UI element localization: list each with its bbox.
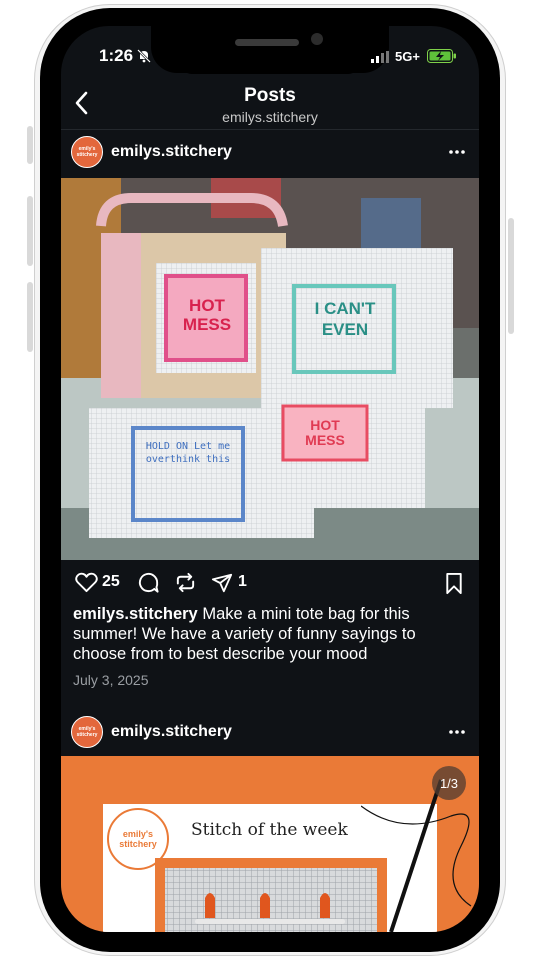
side-button [27, 126, 33, 164]
post-caption: emilys.stitchery Make a mini tote bag fo… [73, 604, 469, 664]
side-button [27, 196, 33, 266]
home-indicator[interactable] [195, 919, 345, 924]
logo-line-1: emily's [122, 829, 154, 839]
heart-icon[interactable] [75, 572, 98, 593]
repost-icon[interactable] [174, 571, 197, 594]
avatar-text: emily's stitchery [76, 726, 98, 738]
header-divider [61, 129, 479, 130]
send-icon[interactable] [211, 572, 233, 594]
bell-mute-icon [137, 49, 151, 63]
more-icon[interactable] [448, 729, 466, 735]
more-icon[interactable] [448, 149, 466, 155]
canvas-text-4: HOT MESS [305, 417, 345, 448]
canvas-text-3: HOLD ON Let me overthink this [145, 441, 231, 465]
notch [151, 26, 389, 73]
share-count: 1 [238, 573, 247, 590]
logo-line-2: stitchery [119, 839, 157, 849]
signal-icon [371, 51, 389, 63]
like-count: 25 [102, 573, 120, 590]
photo-scene [61, 178, 479, 560]
bookmark-icon[interactable] [444, 572, 464, 595]
avatar-text: emily's stitchery [76, 146, 98, 158]
post-photo[interactable]: emily's stitchery Stitch of the week 1/3 [61, 756, 479, 932]
card-title: Stitch of the week [191, 820, 348, 840]
canvas-text-2: I CAN'T EVEN [314, 299, 376, 339]
camera [311, 33, 323, 45]
post-photo[interactable]: HOT MESS I CAN'T EVEN HOLD ON Let me ove… [61, 178, 479, 560]
page-subtitle: emilys.stitchery [222, 109, 318, 125]
needle-illustration [361, 779, 472, 932]
avatar[interactable]: emily's stitchery [71, 716, 103, 748]
side-button [508, 218, 514, 334]
comment-icon[interactable] [137, 571, 160, 594]
canvas-text-1: HOT MESS [182, 296, 232, 334]
battery-icon [427, 49, 456, 63]
post-username[interactable]: emilys.stitchery [111, 143, 232, 161]
side-button [27, 282, 33, 352]
post-date: July 3, 2025 [73, 672, 149, 688]
status-time: 1:26 [99, 46, 134, 65]
page-counter: 1/3 [432, 766, 466, 800]
post-username[interactable]: emilys.stitchery [111, 723, 232, 741]
speaker [235, 39, 299, 46]
network-label: 5G+ [395, 49, 420, 64]
avatar[interactable]: emily's stitchery [71, 136, 103, 168]
page-title: Posts [244, 85, 296, 106]
screen: 1:26 5G+ Posts emilys.stitchery emily's … [61, 26, 479, 932]
caption-username[interactable]: emilys.stitchery [73, 605, 198, 623]
